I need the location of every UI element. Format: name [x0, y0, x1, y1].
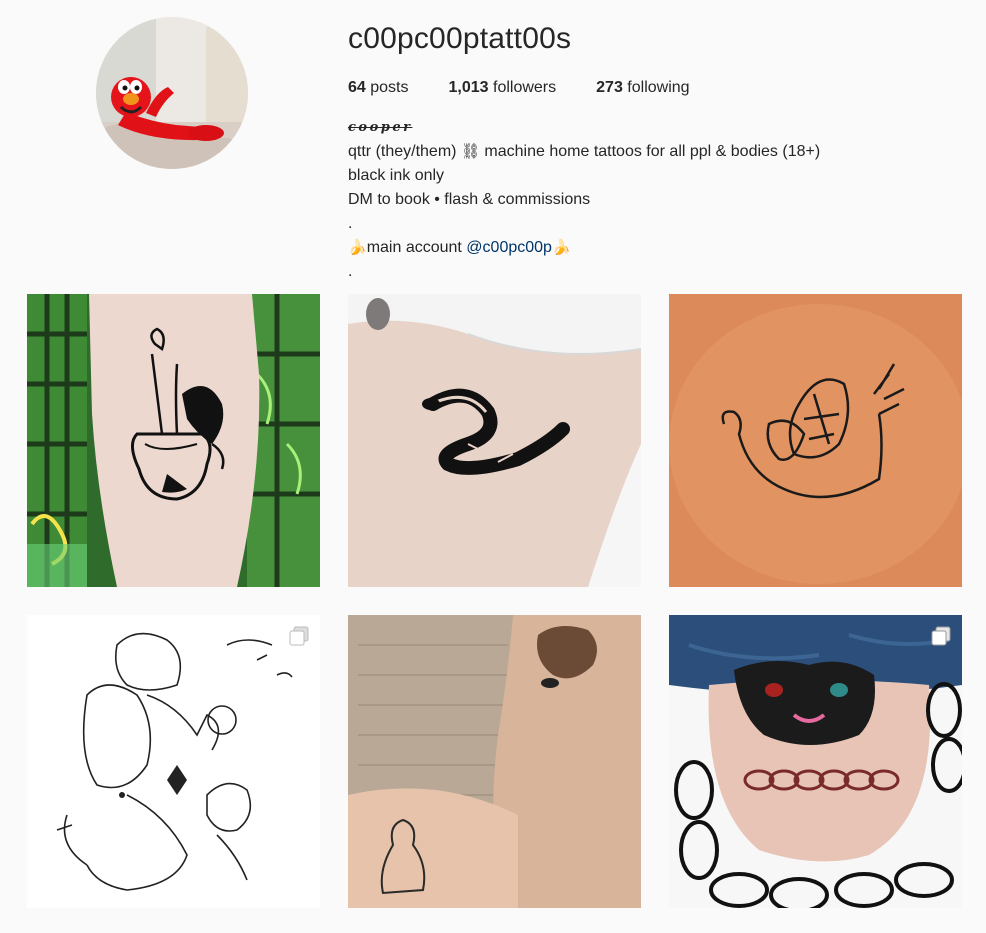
profile-stats: 64 posts 1,013 followers 273 following: [348, 78, 730, 98]
post-tile-5[interactable]: [348, 615, 641, 908]
red-puppet-photo-icon: [96, 17, 248, 169]
bio-line-3: DM to book • flash & commissions: [348, 191, 591, 208]
thigh-panther-chain-tattoo-icon: [669, 615, 962, 908]
chain-emoji-icon: ⛓: [460, 143, 480, 160]
following-stat[interactable]: 273 following: [596, 78, 689, 98]
bio-line-6: .: [348, 263, 353, 280]
posts-count: 64: [348, 79, 366, 96]
arm-figure-tattoo-icon: [348, 615, 641, 908]
multiple-photos-icon: [289, 626, 309, 646]
bio-line-1-text: qttr (they/them): [348, 143, 457, 160]
followers-count: 1,013: [448, 79, 489, 96]
post-tile-6[interactable]: [669, 615, 962, 908]
post-tile-4[interactable]: [27, 615, 320, 908]
bio-line-4: .: [348, 215, 353, 232]
profile-username: c00pc00ptatt00s: [348, 22, 572, 55]
banana-emoji-icon: 🍌: [551, 239, 571, 256]
post-tile-1[interactable]: [27, 294, 320, 587]
posts-label: posts: [370, 79, 409, 96]
post-tile-3[interactable]: [669, 294, 962, 587]
profile-page: c00pc00ptatt00s 64 posts 1,013 followers…: [0, 0, 986, 933]
line-drawing-flash-sheet-icon: [27, 615, 320, 908]
bio-line-5: 🍌main account @c00pc00p🍌: [348, 236, 820, 260]
followers-stat[interactable]: 1,013 followers: [449, 78, 557, 98]
profile-avatar[interactable]: [96, 17, 248, 169]
following-count: 273: [596, 79, 623, 96]
bio-line-1: qttr (they/them) ⛓ machine home tattoos …: [348, 140, 820, 164]
teapot-leaf-linework-tattoo-icon: [669, 294, 962, 587]
posts-stat[interactable]: 64 posts: [348, 78, 409, 98]
main-account-link[interactable]: @c00pc00p: [466, 239, 552, 256]
bio-line-1-rest: machine home tattoos for all ppl & bodie…: [479, 143, 821, 160]
following-label: following: [627, 79, 690, 96]
ribcage-snake-tattoo-icon: [348, 294, 641, 587]
followers-label: followers: [493, 79, 557, 96]
post-tile-2[interactable]: [348, 294, 641, 587]
bio-line-2: black ink only: [348, 167, 445, 184]
multiple-photos-icon: [931, 626, 951, 646]
banana-emoji-icon: 🍌: [348, 239, 367, 256]
profile-bio: cooper qttr (they/them) ⛓ machine home t…: [348, 120, 820, 284]
forearm-vase-flower-tattoo-icon: [27, 294, 320, 587]
bio-display-name: cooper: [348, 120, 413, 135]
bio-line-5-text: main account: [366, 239, 467, 256]
